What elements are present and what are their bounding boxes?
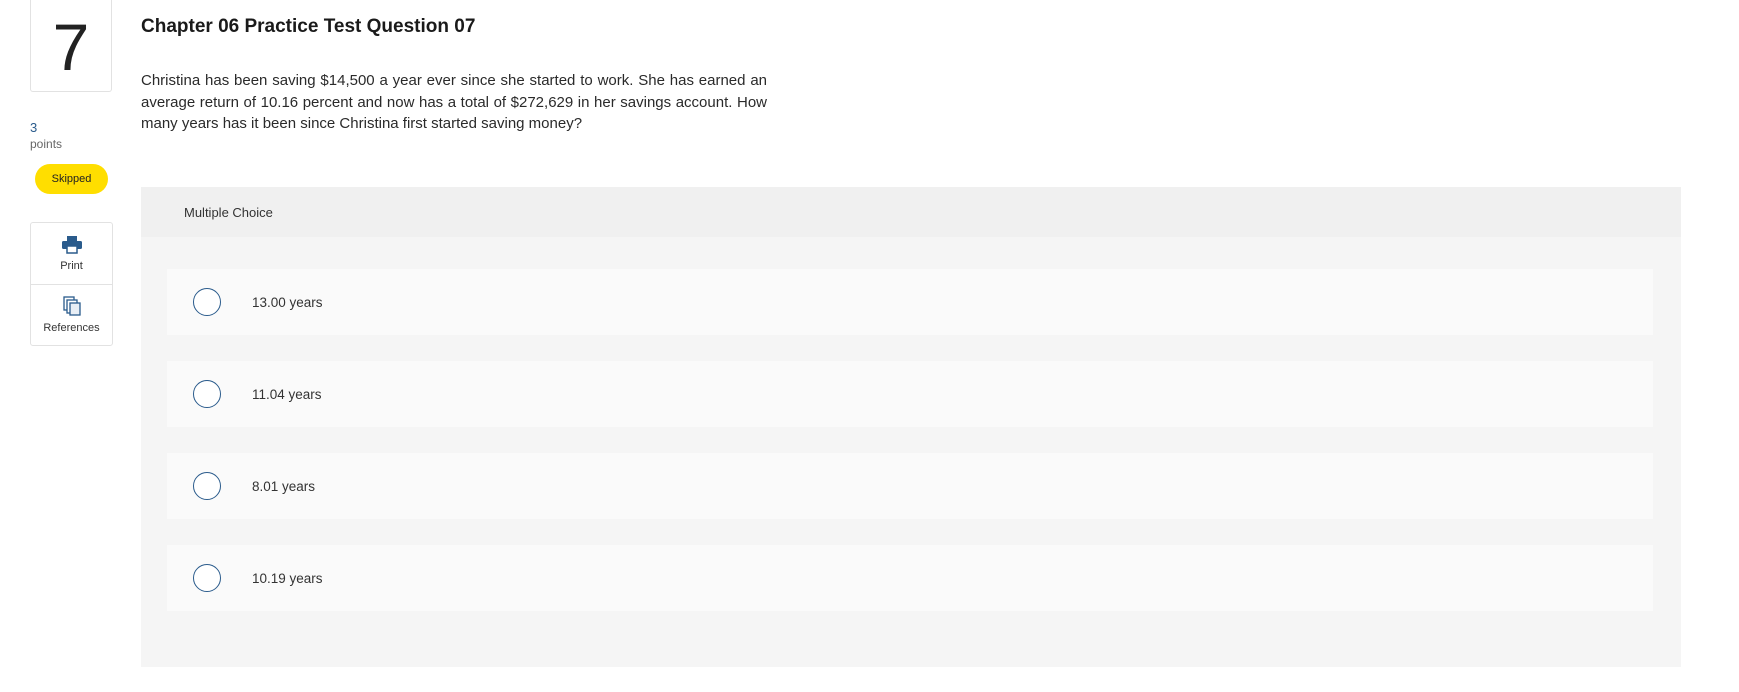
- question-title: Chapter 06 Practice Test Question 07: [141, 16, 476, 37]
- tools-panel: Print References: [30, 222, 113, 346]
- answer-option[interactable]: 13.00 years: [167, 269, 1653, 335]
- question-number-box: 7: [30, 0, 112, 92]
- options-list: 13.00 years 11.04 years 8.01 years 10.19…: [141, 237, 1681, 611]
- documents-icon: [62, 296, 81, 316]
- printer-icon: [61, 235, 82, 254]
- references-button[interactable]: References: [31, 284, 112, 345]
- option-label: 13.00 years: [252, 294, 323, 310]
- option-label: 11.04 years: [252, 386, 322, 402]
- question-number: 7: [52, 9, 90, 84]
- answer-option[interactable]: 8.01 years: [167, 453, 1653, 519]
- question-prompt: Christina has been saving $14,500 a year…: [141, 72, 767, 132]
- radio-button[interactable]: [193, 380, 221, 408]
- radio-button[interactable]: [193, 472, 221, 500]
- status-badge: Skipped: [35, 164, 108, 194]
- answer-type-header: Multiple Choice: [141, 187, 1681, 237]
- points-info: 3 points: [30, 120, 62, 152]
- references-label: References: [43, 322, 100, 334]
- answer-option[interactable]: 10.19 years: [167, 545, 1653, 611]
- option-label: 10.19 years: [252, 570, 323, 586]
- answer-option[interactable]: 11.04 years: [167, 361, 1653, 427]
- question-page: 7 3 points Skipped Print References Chap…: [0, 0, 1739, 692]
- option-label: 8.01 years: [252, 478, 316, 494]
- answer-panel: Multiple Choice 13.00 years 11.04 years …: [141, 187, 1681, 667]
- print-label: Print: [60, 259, 83, 272]
- points-label: points: [30, 137, 63, 151]
- points-value: 3: [30, 120, 38, 135]
- radio-button[interactable]: [193, 564, 221, 592]
- print-button[interactable]: Print: [31, 223, 112, 284]
- answer-type-label: Multiple Choice: [184, 204, 273, 220]
- radio-button[interactable]: [193, 288, 221, 316]
